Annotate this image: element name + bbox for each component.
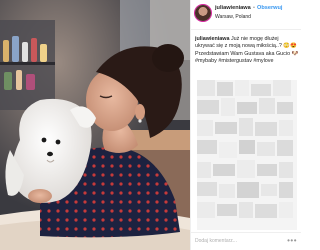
add-comment-input[interactable]: Dodaj komentarz...	[195, 238, 237, 244]
comments-blurred	[197, 80, 297, 230]
post-header: juliawieniawa • Obserwuj Warsaw, Poland	[191, 0, 301, 30]
avatar[interactable]	[195, 5, 211, 21]
location-link[interactable]: Warsaw, Poland	[215, 14, 251, 20]
separator-dot: •	[253, 5, 255, 11]
blurred-comments-placeholder	[197, 80, 297, 230]
caption-username[interactable]: juliawieniawa	[195, 36, 229, 42]
username-link[interactable]: juliawieniawa	[215, 5, 251, 11]
follow-button[interactable]: Obserwuj	[257, 5, 283, 11]
comment-bar: Dodaj komentarz... •••	[191, 232, 301, 250]
photo-image	[0, 0, 190, 250]
post-panel: juliawieniawa • Obserwuj Warsaw, Poland …	[190, 0, 301, 250]
post-photo[interactable]	[0, 0, 190, 250]
more-options-icon[interactable]: •••	[287, 236, 297, 245]
post-caption: juliawieniawa Już nie mogę dłużej ukrywa…	[195, 36, 299, 66]
